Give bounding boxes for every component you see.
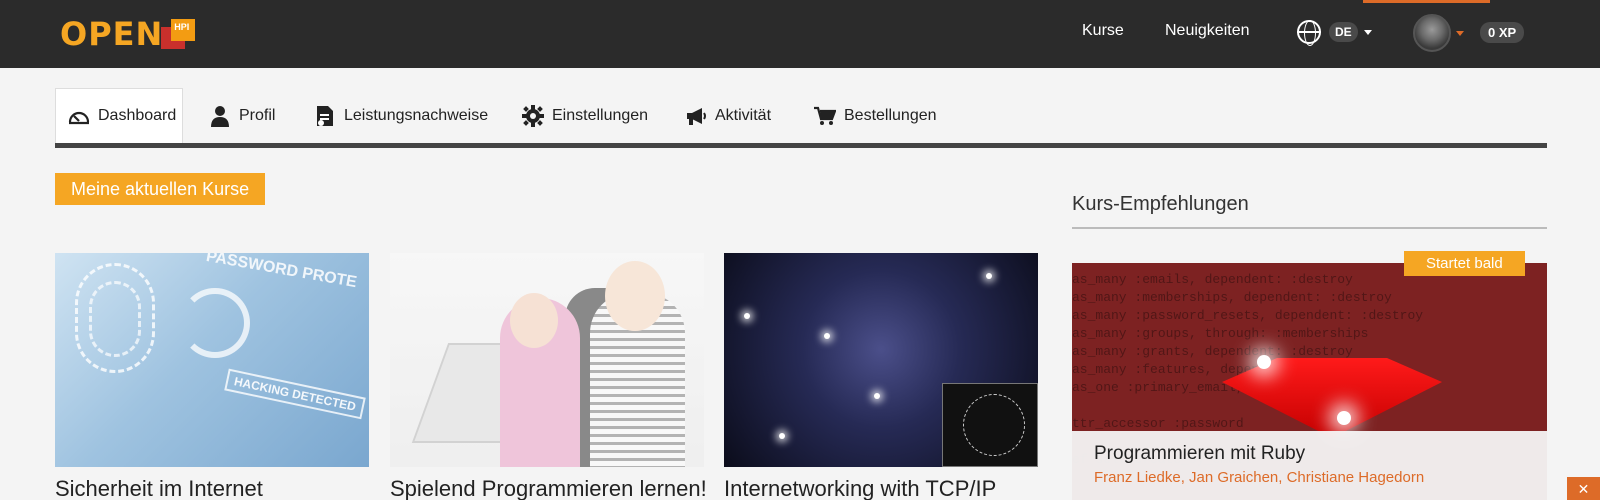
course-title[interactable]: Spielend Programmieren lernen! <box>390 476 707 500</box>
dashboard-icon <box>68 105 90 127</box>
nav-link-courses[interactable]: Kurse <box>1082 22 1124 40</box>
tab-label: Leistungsnachweise <box>344 106 489 124</box>
course-image-security[interactable]: PASSWORD PROTE HACKING DETECTED <box>55 253 369 467</box>
recommendations-title: Kurs-Empfehlungen <box>1072 193 1249 215</box>
chevron-down-icon <box>1363 29 1372 35</box>
logo-badge: HPI <box>161 19 196 49</box>
cart-icon <box>814 105 836 127</box>
tab-orders[interactable]: Bestellungen <box>814 88 937 143</box>
tab-label: Profil <box>239 106 276 124</box>
language-code: DE <box>1329 22 1358 42</box>
tab-profile[interactable]: Profil <box>209 88 275 143</box>
profile-tabs: Dashboard Profil Leistungsnachweise Eins… <box>55 88 1547 148</box>
course-title[interactable]: Internetworking with TCP/IP <box>724 476 996 500</box>
nav-link-news[interactable]: Neuigkeiten <box>1165 22 1250 40</box>
tab-activity[interactable]: Aktivität <box>685 88 771 143</box>
tab-label: Bestellungen <box>844 106 937 124</box>
gear-icon <box>522 104 544 127</box>
course-info-panel <box>1072 431 1547 500</box>
tab-label: Aktivität <box>715 106 772 124</box>
recommendations-divider <box>1072 227 1547 229</box>
megaphone-icon <box>685 105 707 127</box>
user-icon <box>209 105 231 127</box>
course-card[interactable]: PASSWORD PROTE HACKING DETECTED Sicherhe… <box>55 253 369 500</box>
tab-certificates[interactable]: Leistungsnachweise <box>314 88 488 143</box>
globe-icon <box>1297 20 1321 46</box>
recommended-course-card[interactable]: as_many :emails, dependent: :destroy as_… <box>1072 263 1547 500</box>
certificate-icon <box>314 105 336 127</box>
language-selector[interactable]: DE <box>1297 20 1372 46</box>
openhpi-logo[interactable]: OPEN HPI <box>60 15 196 53</box>
recommended-course-title[interactable]: Programmieren mit Ruby <box>1094 443 1305 465</box>
close-button[interactable]: ✕ <box>1567 477 1600 500</box>
section-title-current-courses: Meine aktuellen Kurse <box>55 173 266 205</box>
course-image-network[interactable] <box>724 253 1038 467</box>
course-image-kids-coding[interactable] <box>390 253 704 467</box>
recommended-course-authors[interactable]: Franz Liedke, Jan Graichen, Christiane H… <box>1094 469 1424 486</box>
course-title[interactable]: Sicherheit im Internet <box>55 476 263 500</box>
course-card[interactable]: Spielend Programmieren lernen! <box>390 253 707 500</box>
logo-badge-text: HPI <box>174 22 190 32</box>
tab-label: Einstellungen <box>552 106 649 124</box>
active-accent-line <box>1363 0 1490 3</box>
xp-badge: 0 XP <box>1480 22 1525 43</box>
course-card[interactable]: Internetworking with TCP/IP <box>724 253 1038 500</box>
top-navigation-bar: OPEN HPI Kurse Neuigkeiten DE 0 XP <box>0 0 1600 68</box>
user-avatar[interactable] <box>1413 14 1451 52</box>
tab-dashboard[interactable]: Dashboard <box>55 88 183 143</box>
user-menu-caret-icon[interactable] <box>1456 31 1464 36</box>
tab-settings[interactable]: Einstellungen <box>522 88 648 143</box>
tabs-underline <box>55 143 1547 148</box>
logo-text: OPEN <box>60 15 164 53</box>
starts-soon-badge: Startet bald <box>1404 251 1525 276</box>
tab-label: Dashboard <box>98 107 177 124</box>
